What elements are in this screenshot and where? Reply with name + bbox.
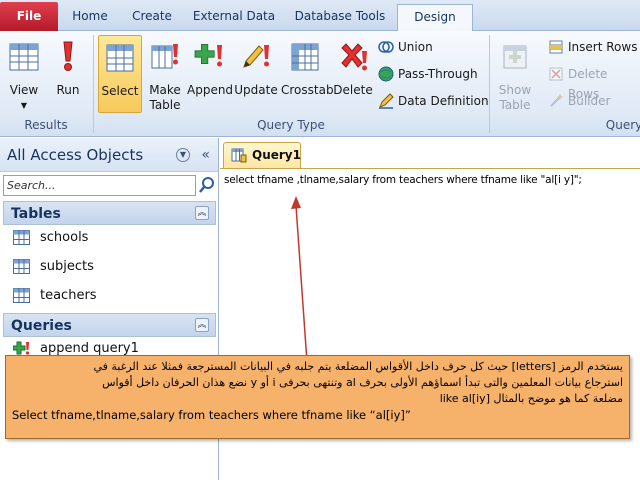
- tab-database-tools[interactable]: Database Tools: [286, 4, 394, 31]
- table-icon: [13, 288, 30, 303]
- append-label: Append: [187, 83, 234, 97]
- view-label: View: [9, 83, 39, 97]
- pass-through-button[interactable]: Pass-Through: [378, 64, 478, 84]
- nav-table-label: subjects: [40, 259, 94, 274]
- update-label: Update: [234, 83, 278, 97]
- tab-file[interactable]: File: [0, 2, 58, 31]
- select-query-button[interactable]: Select: [98, 35, 142, 113]
- nav-table-label: teachers: [40, 288, 97, 303]
- annotation-line-1: يستخدم الرمز [letters] حيث كل حرف داخل ا…: [93, 360, 623, 373]
- run-button[interactable]: Run: [46, 35, 90, 113]
- annotation-example-sql: Select tfname,tlname,salary from teacher…: [12, 408, 411, 422]
- crosstab-icon: [291, 43, 319, 71]
- make-table-button[interactable]: Make Table: [143, 35, 187, 113]
- table-icon: [13, 259, 30, 274]
- annotation-line-2: استرجاع بيانات المعلمين والتى تبدأ اسماؤ…: [102, 376, 623, 389]
- delete-button[interactable]: Delete: [331, 35, 375, 113]
- pencil-icon: [243, 45, 269, 68]
- query-setup-group-label: Query: [605, 118, 640, 132]
- tab-create[interactable]: Create: [122, 4, 182, 31]
- table-icon: [13, 230, 30, 245]
- exclamation-icon: [63, 41, 73, 71]
- query-tab-label: Query1: [252, 148, 301, 162]
- append-query-icon: [13, 341, 30, 355]
- union-button[interactable]: Union: [378, 37, 433, 57]
- query-icon: [231, 148, 247, 163]
- pass-through-label: Pass-Through: [398, 67, 478, 81]
- view-button[interactable]: View ▼: [2, 35, 46, 113]
- results-group-label: Results: [24, 118, 68, 132]
- run-label: Run: [56, 83, 80, 97]
- nav-query-label: append query1: [40, 341, 139, 356]
- crosstab-label: Crosstab: [281, 83, 334, 97]
- tables-section-header[interactable]: Tables ︽: [3, 201, 216, 225]
- tab-query1[interactable]: Query1: [223, 142, 301, 168]
- delete-x-icon: [341, 43, 367, 71]
- select-query-icon: [106, 44, 134, 72]
- delete-rows-icon: [549, 67, 563, 81]
- insert-rows-button[interactable]: Insert Rows: [548, 37, 637, 57]
- data-definition-label: Data Definition: [398, 94, 489, 108]
- delete-label: Delete: [333, 83, 373, 97]
- queries-section-header[interactable]: Queries ︽: [3, 313, 216, 337]
- query-type-group-label: Query Type: [257, 118, 325, 132]
- datasheet-view-icon: [9, 43, 39, 71]
- queries-section-label: Queries: [11, 318, 72, 334]
- insert-rows-label: Insert Rows: [568, 40, 638, 54]
- nav-table-schools[interactable]: schools: [10, 227, 88, 249]
- tab-external-data[interactable]: External Data: [186, 4, 282, 31]
- update-button[interactable]: Update: [233, 35, 279, 113]
- make-table-icon: [151, 44, 178, 69]
- ribbon-tab-bar: File Home Create External Data Database …: [0, 0, 640, 32]
- tab-underline: [220, 168, 640, 169]
- navigation-pane-header[interactable]: All Access Objects ▼ «: [0, 138, 218, 172]
- nav-table-teachers[interactable]: teachers: [10, 285, 97, 307]
- tab-home[interactable]: Home: [62, 4, 118, 31]
- show-table-label-1: Show: [498, 83, 532, 97]
- search-icon[interactable]: [197, 175, 217, 196]
- nav-table-subjects[interactable]: subjects: [10, 256, 94, 278]
- collapse-pane-icon[interactable]: «: [201, 138, 210, 172]
- make-table-label-2: Table: [149, 98, 181, 112]
- chevron-down-icon[interactable]: ▼: [176, 148, 190, 162]
- builder-button[interactable]: Builder: [548, 91, 610, 111]
- collapse-chevron-icon[interactable]: ︽: [195, 206, 209, 220]
- select-label: Select: [101, 84, 139, 98]
- builder-label: Builder: [568, 94, 611, 108]
- builder-wand-icon: [550, 94, 563, 107]
- tables-section-label: Tables: [11, 206, 61, 222]
- navigation-pane-title: All Access Objects: [7, 146, 144, 164]
- annotation-line-3: مضلعة كما هو موضح بالمثال like al[iy]: [439, 392, 623, 405]
- annotation-callout: يستخدم الرمز [letters] حيث كل حرف داخل ا…: [5, 355, 630, 439]
- nav-table-label: schools: [40, 230, 89, 245]
- globe-icon: [378, 66, 394, 82]
- append-icon: [194, 44, 222, 67]
- crosstab-button[interactable]: Crosstab: [281, 35, 334, 113]
- show-table-button[interactable]: Show Table: [493, 35, 537, 113]
- union-label: Union: [398, 40, 433, 54]
- ribbon: View ▼ Run Results Select Make Table App…: [0, 31, 640, 137]
- chevron-down-icon: ▼: [20, 101, 28, 110]
- append-button[interactable]: Append: [187, 35, 234, 113]
- data-definition-icon: [379, 93, 394, 109]
- search-input[interactable]: Search...: [3, 175, 196, 196]
- show-table-label-2: Table: [499, 98, 531, 112]
- group-divider: [489, 35, 490, 133]
- tab-design[interactable]: Design: [397, 4, 473, 32]
- collapse-chevron-icon[interactable]: ︽: [195, 318, 209, 332]
- delete-rows-button[interactable]: Delete Rows: [548, 64, 640, 101]
- union-icon: [378, 41, 394, 53]
- make-table-label-1: Make: [149, 83, 181, 97]
- data-definition-button[interactable]: Data Definition: [378, 91, 489, 111]
- show-table-icon: [503, 45, 527, 69]
- sql-editor-text[interactable]: select tfname ,tlname,salary from teache…: [224, 174, 582, 186]
- insert-rows-icon: [549, 40, 563, 54]
